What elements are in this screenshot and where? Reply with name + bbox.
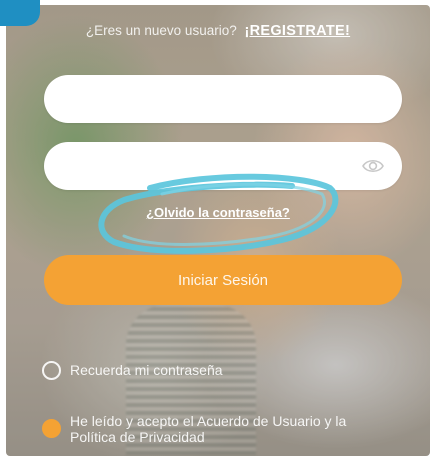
register-link[interactable]: ¡REGISTRATE! — [244, 23, 350, 39]
username-input[interactable] — [44, 75, 402, 123]
username-field[interactable] — [44, 75, 402, 123]
remember-password-row[interactable]: Recuerda mi contraseña — [42, 361, 223, 380]
forgot-password-link[interactable]: ¿Olvido la contraseña? — [0, 205, 436, 220]
eye-icon[interactable] — [362, 157, 384, 175]
terms-row[interactable]: He leído y acepto el Acuerdo de Usuario … — [42, 413, 390, 445]
remember-password-label: Recuerda mi contraseña — [70, 362, 223, 378]
login-button[interactable]: Iniciar Sesión — [44, 255, 402, 305]
signup-prompt: ¿Eres un nuevo usuario? — [85, 23, 237, 38]
remember-password-checkbox[interactable] — [42, 361, 61, 380]
signup-row: ¿Eres un nuevo usuario? ¡REGISTRATE! — [0, 23, 436, 39]
terms-checkbox[interactable] — [42, 419, 61, 438]
terms-label: He leído y acepto el Acuerdo de Usuario … — [70, 413, 347, 445]
